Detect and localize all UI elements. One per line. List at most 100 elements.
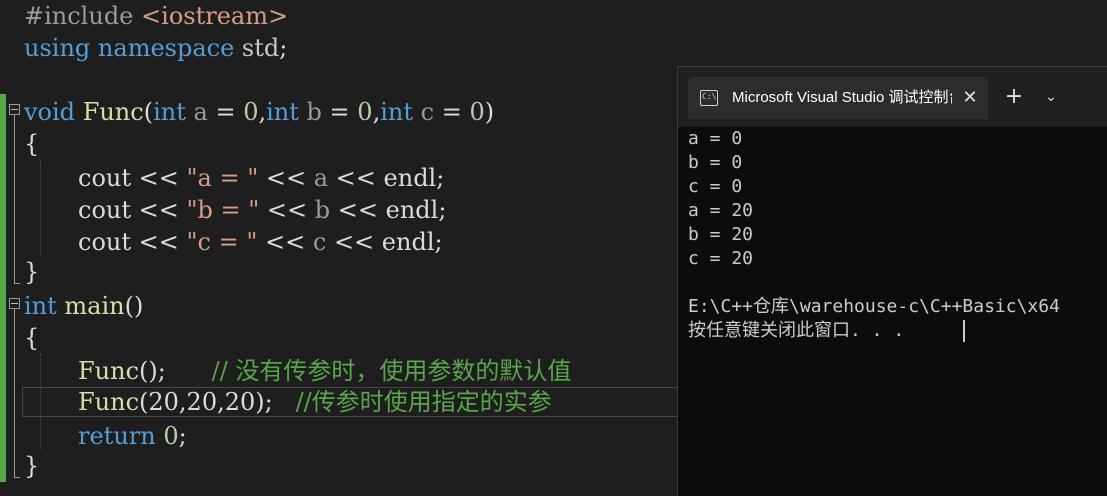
punct: ;	[434, 228, 443, 256]
console-output-line: a = 20	[688, 200, 754, 221]
collapse-main-icon[interactable]: −	[9, 298, 20, 309]
op: <<	[330, 196, 386, 224]
console-titlebar[interactable]: C:\ Microsoft Visual Studio 调试控制台 ✕ + ⌄	[678, 67, 1107, 127]
number: 0	[357, 98, 373, 126]
console-output-path: E:\C++仓库\warehouse-c\C++Basic\x64	[688, 296, 1060, 317]
number: 0	[469, 98, 485, 126]
console-output-line: a = 0	[688, 128, 743, 149]
op: =	[207, 98, 244, 126]
code-line-brace-open[interactable]: {	[24, 128, 39, 160]
console-output-line: c = 0	[688, 176, 743, 197]
number: 0	[163, 422, 179, 450]
punct: ,	[258, 98, 267, 126]
op: <<	[328, 164, 384, 192]
keyword: return	[78, 422, 156, 450]
param: a	[193, 98, 208, 126]
include-directive: #include	[24, 2, 134, 30]
code-line-brace-close[interactable]: }	[24, 450, 39, 482]
op: =	[321, 98, 358, 126]
keyword: int	[153, 98, 186, 126]
string-literal: "b = "	[186, 196, 260, 224]
identifier: endl	[383, 164, 437, 192]
code-line-return[interactable]: return 0;	[78, 420, 187, 452]
function-call: Func	[78, 357, 140, 385]
op: <<	[257, 228, 313, 256]
code-line-main-decl[interactable]: int main()	[24, 290, 143, 322]
code-line-brace-open[interactable]: {	[24, 322, 39, 354]
new-tab-button[interactable]: +	[1002, 79, 1026, 115]
identifier: endl	[385, 196, 439, 224]
code-line-cout-b[interactable]: cout << "b = " << b << endl;	[78, 194, 446, 226]
code-line-brace-close[interactable]: }	[24, 256, 39, 288]
brace: }	[24, 258, 40, 286]
code-line-cout-a[interactable]: cout << "a = " << a << endl;	[78, 162, 444, 194]
identifier: std	[241, 34, 280, 62]
op: <<	[131, 164, 187, 192]
op: <<	[259, 196, 315, 224]
debug-console-window[interactable]: C:\ Microsoft Visual Studio 调试控制台 ✕ + ⌄ …	[677, 66, 1107, 496]
console-tab[interactable]: C:\ Microsoft Visual Studio 调试控制台 ✕	[688, 77, 988, 119]
brace: {	[24, 324, 40, 352]
console-output-line: b = 20	[688, 224, 754, 245]
close-icon[interactable]: ✕	[958, 77, 982, 119]
punct: ;	[178, 422, 187, 450]
punct: ;	[279, 34, 288, 62]
code-line-call-args[interactable]: Func(20,20,20); //传参时使用指定的实参	[78, 386, 552, 418]
param: b	[314, 196, 331, 224]
console-output-line: b = 0	[688, 152, 743, 173]
chevron-down-icon[interactable]: ⌄	[1040, 79, 1062, 115]
op: =	[434, 98, 470, 126]
brace: }	[24, 452, 40, 480]
function-name: main	[64, 292, 125, 320]
punct: ()	[124, 292, 144, 320]
string-literal: "c = "	[186, 228, 258, 256]
collapse-func-icon[interactable]: −	[9, 104, 20, 115]
param: c	[420, 98, 435, 126]
identifier: cout	[78, 228, 131, 256]
console-output-prompt: 按任意键关闭此窗口. . .	[688, 320, 905, 341]
indent-guide	[40, 354, 41, 450]
console-output-line: c = 20	[688, 248, 754, 269]
op: <<	[131, 228, 187, 256]
param: c	[312, 228, 327, 256]
param: a	[313, 164, 329, 192]
string-literal: "a = "	[186, 164, 259, 192]
console-tab-title: Microsoft Visual Studio 调试控制台	[732, 89, 952, 106]
fold-end-func	[14, 283, 20, 284]
comment: //传参时使用指定的实参	[295, 388, 552, 416]
identifier: cout	[78, 164, 131, 192]
fold-guide-main	[14, 309, 15, 477]
code-line-cout-c[interactable]: cout << "c = " << c << endl;	[78, 226, 443, 258]
param: b	[306, 98, 322, 126]
number: 0	[243, 98, 259, 126]
keyword: using	[24, 34, 91, 62]
keyword: int	[380, 98, 413, 126]
change-indicator-bar	[0, 94, 6, 482]
code-line-func-decl[interactable]: void Func(int a = 0,int b = 0,int c = 0)	[24, 96, 494, 128]
fold-guide-func	[14, 115, 15, 283]
function-call: Func	[78, 388, 140, 416]
include-header: <iostream>	[141, 2, 289, 30]
op: <<	[326, 228, 382, 256]
keyword: void	[24, 98, 76, 126]
punct: (	[143, 98, 154, 126]
op: <<	[131, 196, 187, 224]
terminal-icon: C:\	[700, 90, 718, 106]
args: ();	[139, 357, 166, 385]
op: <<	[258, 164, 314, 192]
identifier: endl	[381, 228, 435, 256]
code-line-call-default[interactable]: Func(); // 没有传参时，使用参数的默认值	[78, 355, 571, 387]
fold-end-main	[14, 477, 20, 478]
indent-guide	[40, 160, 41, 256]
identifier: cout	[78, 196, 131, 224]
punct: ;	[436, 164, 445, 192]
comment: // 没有传参时，使用参数的默认值	[211, 357, 572, 385]
brace: {	[24, 130, 40, 158]
punct: ;	[438, 196, 447, 224]
punct: )	[484, 98, 495, 126]
args: (20,20,20);	[139, 388, 273, 416]
code-line-using[interactable]: using namespace std;	[24, 32, 287, 64]
code-line-include[interactable]: #include <iostream>	[24, 0, 288, 32]
function-name: Func	[82, 98, 144, 126]
text-cursor	[963, 320, 965, 342]
